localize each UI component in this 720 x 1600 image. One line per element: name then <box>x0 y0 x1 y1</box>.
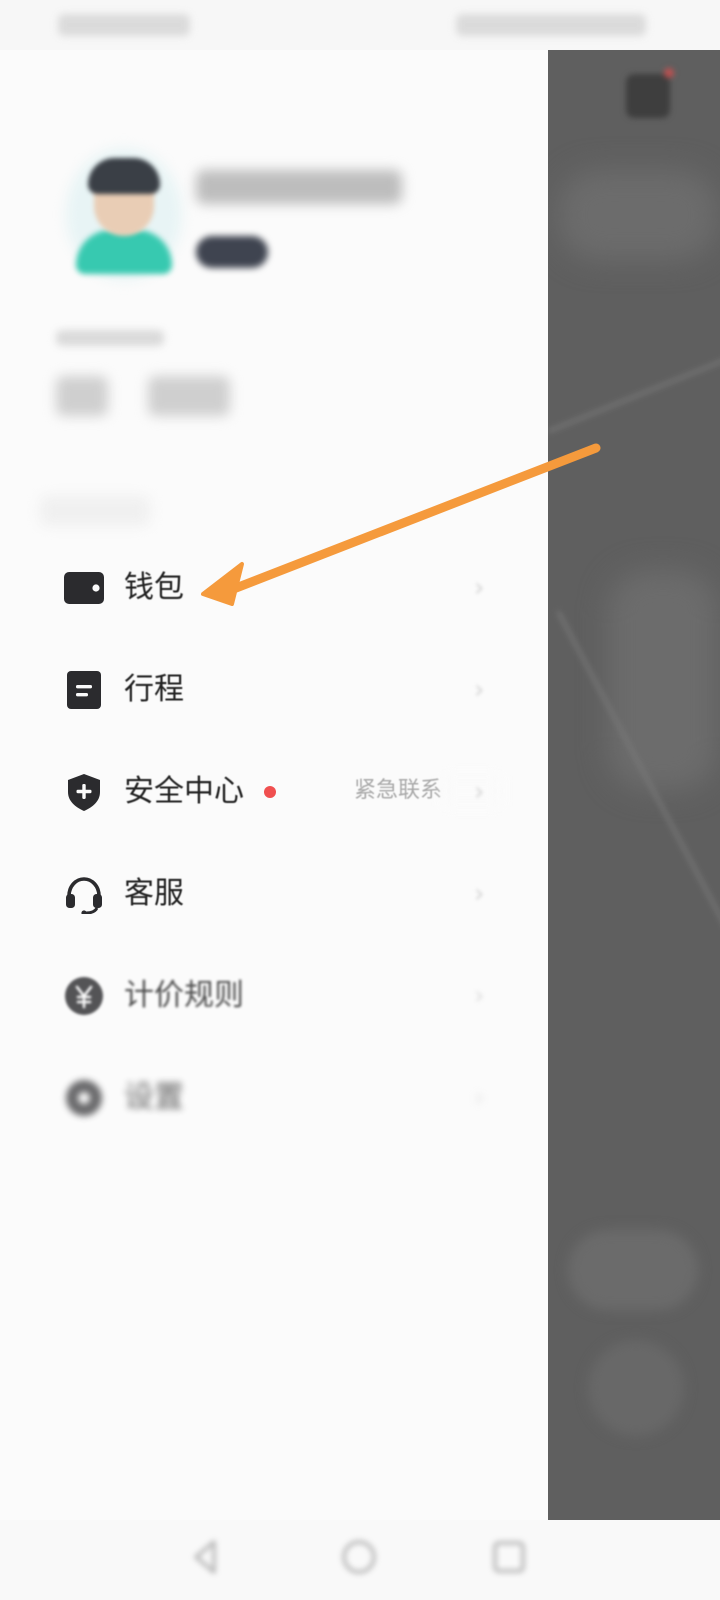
map-overlay[interactable] <box>548 50 720 1520</box>
status-bar <box>0 0 720 56</box>
status-left-indicators <box>58 14 190 36</box>
stat-value-redacted[interactable] <box>56 376 108 416</box>
menu-item-label: 设置 <box>124 1080 184 1115</box>
menu-item-safety-center[interactable]: 安全中心 紧急联系 › <box>56 760 500 824</box>
map-road <box>548 347 720 433</box>
menu-item-label: 计价规则 <box>124 978 244 1013</box>
chevron-right-icon: › <box>474 981 485 1011</box>
map-blob <box>558 170 718 260</box>
gear-icon <box>64 1078 104 1118</box>
chevron-right-icon: › <box>474 573 485 603</box>
back-icon[interactable] <box>186 1536 228 1578</box>
locate-icon[interactable] <box>588 1340 684 1436</box>
menu-item-wallet[interactable]: 钱包 › <box>56 556 496 620</box>
map-chip[interactable] <box>568 1230 698 1310</box>
avatar[interactable] <box>66 148 182 280</box>
status-right-indicators <box>456 14 646 36</box>
stat-value-redacted[interactable] <box>148 376 230 416</box>
menu-item-label: 行程 <box>124 672 184 707</box>
menu-item-pricing-rules[interactable]: 计价规则 › <box>56 964 496 1028</box>
chevron-right-icon: › <box>474 675 485 705</box>
map-blob <box>608 570 718 790</box>
document-icon <box>64 670 104 710</box>
chevron-right-icon: › <box>474 879 485 909</box>
wallet-icon <box>64 568 106 608</box>
yen-icon <box>64 976 104 1016</box>
menu-item-label: 客服 <box>124 876 184 911</box>
chevron-right-icon: › <box>474 777 485 807</box>
watermark <box>40 496 150 526</box>
headset-icon <box>64 874 104 916</box>
message-icon[interactable] <box>626 68 674 118</box>
side-drawer: 钱包 › 行程 › 安全中心 紧急联系 › 客服 › 计价规则 › 设置 › <box>0 50 548 1520</box>
menu-item-trips[interactable]: 行程 › <box>56 658 496 722</box>
menu-item-customer-service[interactable]: 客服 › <box>56 862 496 926</box>
recents-icon[interactable] <box>488 1536 530 1578</box>
hint-fade <box>444 776 500 806</box>
avatar-body <box>76 230 172 274</box>
stats-label-redacted <box>56 330 164 346</box>
menu-item-settings[interactable]: 设置 › <box>56 1066 496 1130</box>
avatar-hair <box>88 158 160 194</box>
system-navigation-bar <box>0 1520 720 1600</box>
menu-item-label: 钱包 <box>124 570 184 605</box>
user-name-redacted[interactable] <box>196 170 402 204</box>
emergency-contact-hint: 紧急联系 <box>354 778 443 803</box>
member-badge[interactable] <box>196 236 268 268</box>
shield-plus-icon <box>64 772 104 812</box>
notification-dot <box>264 786 276 798</box>
home-icon[interactable] <box>338 1536 380 1578</box>
menu-item-label: 安全中心 <box>124 774 244 809</box>
chevron-right-icon: › <box>474 1083 485 1113</box>
